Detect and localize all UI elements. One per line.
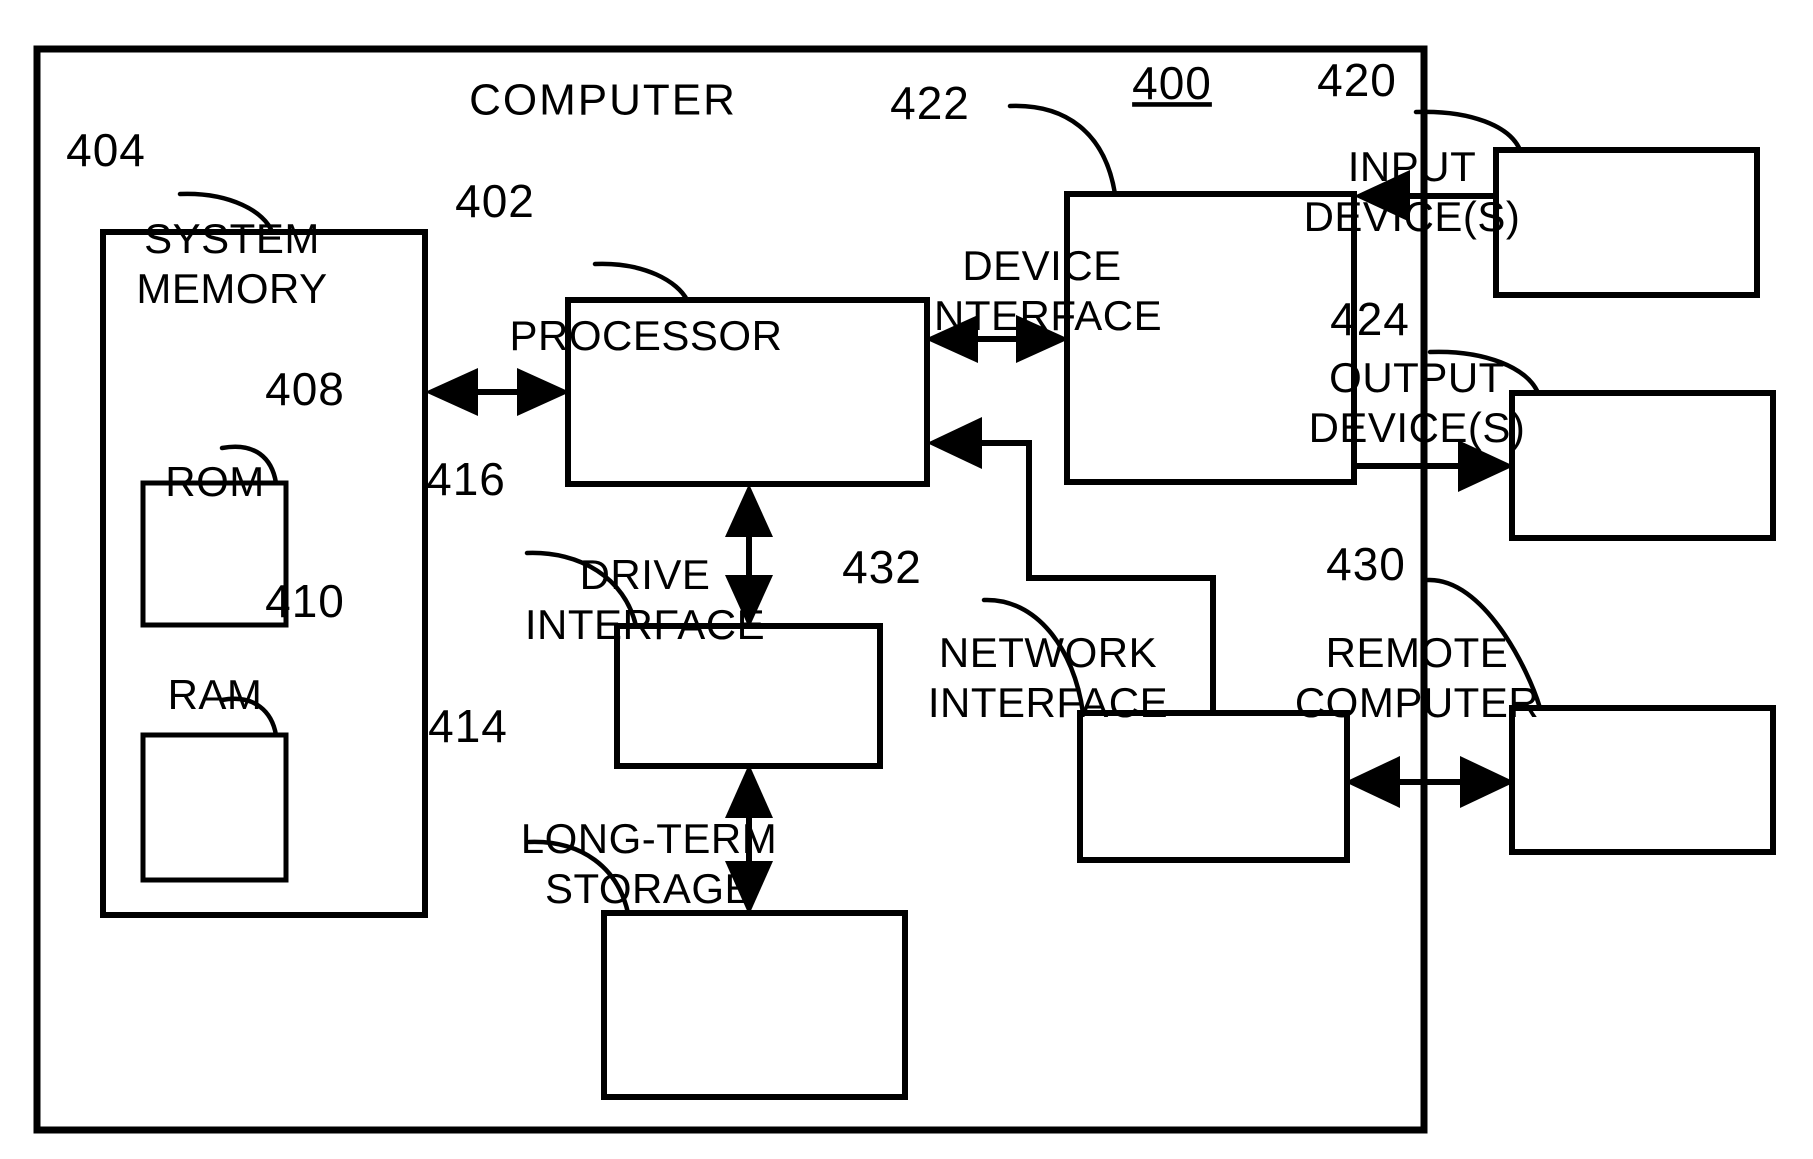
ram-box[interactable] bbox=[140, 732, 289, 883]
device-interface-label-line2: INTERFACE bbox=[922, 292, 1162, 339]
output-devices-label-line2: DEVICE(S) bbox=[1309, 404, 1526, 451]
long-term-storage-label-line2: STORAGE bbox=[545, 865, 753, 912]
long-term-storage-label-line1: LONG-TERM bbox=[521, 815, 778, 862]
system-memory-label-line1: SYSTEM bbox=[144, 215, 320, 262]
reference-number-430: 430 bbox=[1326, 538, 1406, 590]
remote-computer-label-line2: COMPUTER bbox=[1295, 679, 1539, 726]
network-interface-label-line1: NETWORK bbox=[939, 629, 1157, 676]
reference-number-404: 404 bbox=[66, 124, 146, 176]
reference-number-410: 410 bbox=[265, 575, 345, 627]
input-devices-box[interactable] bbox=[1493, 147, 1760, 298]
reference-number-432: 432 bbox=[842, 541, 922, 593]
ram-label: RAM bbox=[168, 671, 263, 718]
reference-number-420: 420 bbox=[1317, 54, 1397, 106]
device-interface-label-line1: DEVICE bbox=[962, 242, 1121, 289]
reference-number-424: 424 bbox=[1330, 293, 1410, 345]
input-devices-label-line1: INPUT bbox=[1348, 143, 1477, 190]
reference-number-408: 408 bbox=[265, 363, 345, 415]
reference-number-416: 416 bbox=[426, 453, 506, 505]
drive-interface-label-line2: INTERFACE bbox=[525, 601, 765, 648]
output-devices-box[interactable] bbox=[1509, 390, 1776, 541]
network-interface-label-line2: INTERFACE bbox=[928, 679, 1168, 726]
reference-number-414: 414 bbox=[428, 700, 508, 752]
patent-figure-page: COMPUTER 400 SYSTEM MEMORY 404 ROM 408 R… bbox=[0, 0, 1813, 1159]
output-devices-label-line1: OUTPUT bbox=[1329, 354, 1505, 401]
remote-computer-box[interactable] bbox=[1509, 705, 1776, 855]
computer-title: COMPUTER bbox=[469, 76, 737, 125]
drive-interface-label-line1: DRIVE bbox=[580, 551, 711, 598]
computer-block-diagram: COMPUTER 400 SYSTEM MEMORY 404 ROM 408 R… bbox=[33, 45, 1776, 1134]
remote-computer-label-line1: REMOTE bbox=[1326, 629, 1509, 676]
figure-reference-number: 400 bbox=[1132, 57, 1212, 109]
processor-label: PROCESSOR bbox=[510, 312, 783, 359]
input-devices-label-line2: DEVICE(S) bbox=[1304, 193, 1521, 240]
long-term-storage-box[interactable] bbox=[601, 910, 908, 1100]
reference-number-422: 422 bbox=[890, 77, 970, 129]
rom-label: ROM bbox=[165, 458, 265, 505]
reference-number-402: 402 bbox=[455, 175, 535, 227]
network-interface-box[interactable] bbox=[1077, 710, 1350, 863]
system-memory-label-line2: MEMORY bbox=[136, 265, 327, 312]
arrowhead-right-to-remote-computer bbox=[1460, 756, 1515, 808]
